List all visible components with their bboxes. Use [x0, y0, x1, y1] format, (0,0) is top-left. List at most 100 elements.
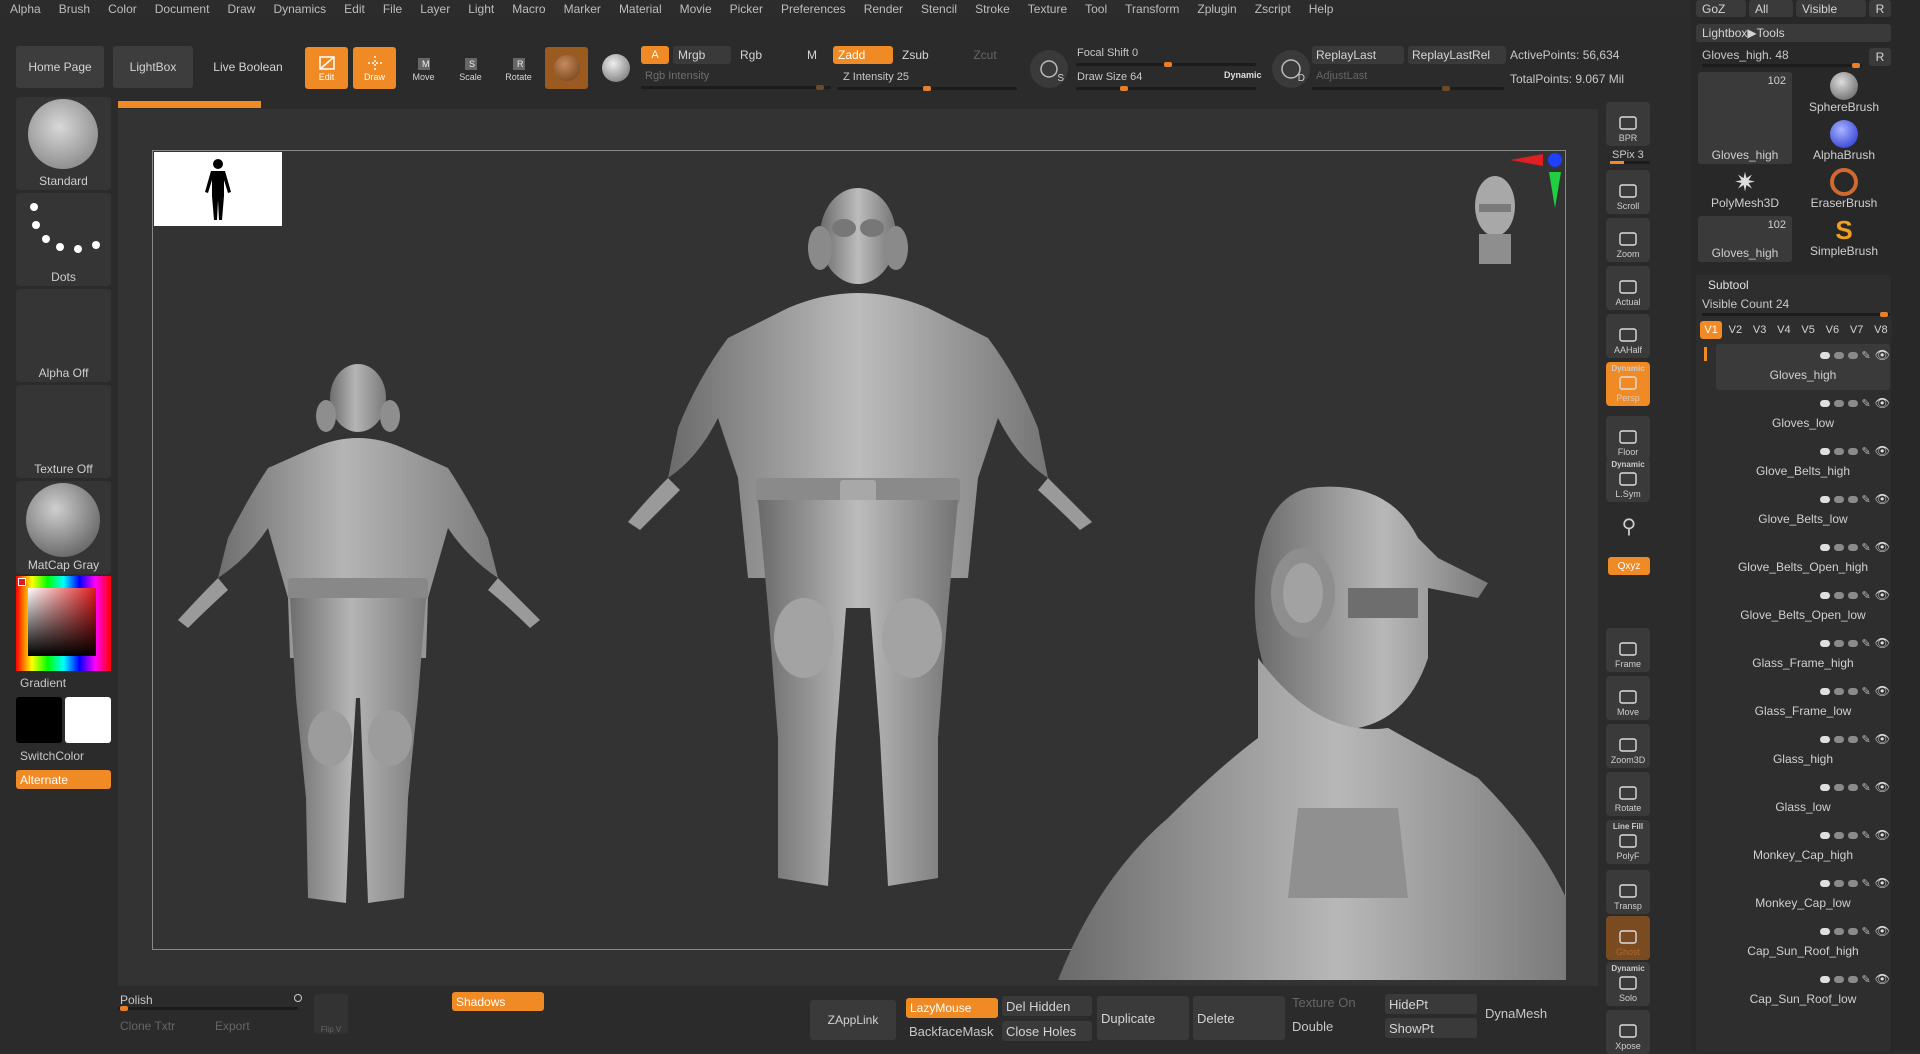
subtool-item[interactable]: ✎ 👁 Glove_Belts_low	[1716, 490, 1890, 538]
menu-item-alpha[interactable]: Alpha	[0, 2, 49, 16]
toggle-icon[interactable]	[1847, 927, 1858, 935]
toggle-icon[interactable]	[1819, 351, 1830, 359]
brush-icon[interactable]: ✎	[1862, 349, 1871, 362]
xyz-symmetry-button[interactable]: Qxyz	[1608, 557, 1650, 575]
lightbox-button[interactable]: LightBox	[113, 46, 193, 88]
brush-icon[interactable]: ✎	[1862, 781, 1871, 794]
menu-item-zscript[interactable]: Zscript	[1245, 2, 1299, 16]
goz-button[interactable]: GoZ	[1696, 0, 1746, 17]
menu-item-preferences[interactable]: Preferences	[771, 2, 854, 16]
menu-item-macro[interactable]: Macro	[502, 2, 553, 16]
r-button[interactable]: R	[1869, 0, 1891, 17]
toggle-icon[interactable]	[1819, 975, 1830, 983]
eye-icon[interactable]: 👁	[1875, 780, 1890, 794]
menu-item-draw[interactable]: Draw	[217, 2, 263, 16]
menu-item-zplugin[interactable]: Zplugin	[1187, 2, 1244, 16]
subtool-item[interactable]: ✎ 👁 Glove_Belts_high	[1716, 442, 1890, 490]
zsub-button[interactable]: Zsub	[897, 46, 955, 64]
zcut-button[interactable]: Zcut	[960, 46, 1010, 64]
adjust-last-slider[interactable]	[1312, 86, 1504, 91]
toggle-icon[interactable]	[1819, 927, 1830, 935]
toggle-icon[interactable]	[1833, 975, 1844, 983]
menu-item-edit[interactable]: Edit	[334, 2, 373, 16]
brush-icon[interactable]: ✎	[1862, 829, 1871, 842]
menu-item-marker[interactable]: Marker	[554, 2, 609, 16]
draw-size-slider[interactable]	[1076, 86, 1256, 91]
tool-thumb-gloves-high-2[interactable]: 102 Gloves_high	[1698, 216, 1792, 262]
floor-button[interactable]: Floor	[1606, 416, 1650, 460]
gradient-label[interactable]: Gradient	[20, 676, 66, 690]
brush-icon[interactable]: ✎	[1862, 733, 1871, 746]
secondary-color-swatch[interactable]	[65, 697, 111, 743]
subtool-item[interactable]: ✎ 👁 Monkey_Cap_low	[1716, 874, 1890, 922]
rgb-intensity-slider[interactable]	[641, 85, 831, 90]
primary-color-swatch[interactable]	[16, 697, 62, 743]
polish-label[interactable]: Polish	[120, 993, 153, 1007]
tool-thumb-polymesh3d[interactable]: ✷ PolyMesh3D	[1698, 168, 1792, 214]
toggle-icon[interactable]	[1819, 735, 1830, 743]
actual-button[interactable]: Actual	[1606, 266, 1650, 310]
z-intensity-slider[interactable]	[837, 86, 1017, 91]
menu-item-light[interactable]: Light	[458, 2, 502, 16]
lazymouse-button[interactable]: LazyMouse	[906, 998, 998, 1018]
scale-button[interactable]: S Scale	[449, 47, 492, 89]
menu-item-document[interactable]: Document	[145, 2, 218, 16]
toggle-icon[interactable]	[1819, 783, 1830, 791]
material-swatch-button[interactable]	[545, 47, 588, 89]
lock-icon[interactable]: ⚲	[1614, 514, 1644, 544]
replay-last-button[interactable]: ReplayLast	[1312, 46, 1404, 64]
all-button[interactable]: All	[1749, 0, 1793, 17]
ghost-button[interactable]: Ghost	[1606, 916, 1650, 960]
toggle-icon[interactable]	[1819, 831, 1830, 839]
dynamesh-button[interactable]: DynaMesh	[1485, 1006, 1547, 1021]
eye-icon[interactable]: 👁	[1875, 732, 1890, 746]
standard-brush-tile[interactable]: Standard	[16, 97, 111, 190]
brush-mode-button[interactable]	[594, 47, 637, 89]
persp-button[interactable]: Dynamic Persp	[1606, 362, 1650, 406]
subtool-item[interactable]: ✎ 👁 Gloves_low	[1716, 394, 1890, 442]
toggle-icon[interactable]	[1833, 639, 1844, 647]
navigation-thumbnail[interactable]	[154, 152, 282, 226]
rgb-button[interactable]: Rgb	[735, 46, 793, 64]
toggle-icon[interactable]	[1819, 687, 1830, 695]
toggle-icon[interactable]	[1833, 831, 1844, 839]
version-tab-v3[interactable]: V3	[1748, 321, 1771, 339]
xpose-button[interactable]: Xpose	[1606, 1010, 1650, 1054]
rotate-button[interactable]: R Rotate	[497, 47, 540, 89]
lightbox-tools-button[interactable]: Lightbox▶Tools	[1696, 24, 1891, 42]
toggle-icon[interactable]	[1847, 783, 1858, 791]
version-tab-v5[interactable]: V5	[1797, 321, 1820, 339]
subtool-item[interactable]: ✎ 👁 Gloves_high	[1716, 346, 1890, 394]
menu-item-material[interactable]: Material	[609, 2, 670, 16]
texture-on-button[interactable]: Texture On	[1292, 995, 1356, 1010]
spix-slider[interactable]	[1610, 161, 1650, 164]
rotate-view-button[interactable]: Rotate	[1606, 772, 1650, 816]
toggle-icon[interactable]	[1819, 591, 1830, 599]
version-tab-v4[interactable]: V4	[1772, 321, 1795, 339]
stroke-d-button[interactable]: D	[1272, 50, 1310, 88]
tool-thumb-alphabrush[interactable]: AlphaBrush	[1800, 120, 1888, 166]
menu-item-picker[interactable]: Picker	[720, 2, 771, 16]
polyf-button[interactable]: Line Fill PolyF	[1606, 820, 1650, 864]
spix-label[interactable]: SPix 3	[1612, 149, 1644, 161]
toggle-icon[interactable]	[1819, 879, 1830, 887]
brush-icon[interactable]: ✎	[1862, 397, 1871, 410]
zoom3d-button[interactable]: Zoom3D	[1606, 724, 1650, 768]
hidept-button[interactable]: HidePt	[1385, 994, 1477, 1014]
eye-icon[interactable]: 👁	[1875, 924, 1890, 938]
brush-icon[interactable]: ✎	[1862, 925, 1871, 938]
menu-item-file[interactable]: File	[373, 2, 410, 16]
brush-icon[interactable]: ✎	[1862, 445, 1871, 458]
brush-icon[interactable]: ✎	[1862, 973, 1871, 986]
brush-icon[interactable]: ✎	[1862, 877, 1871, 890]
menu-item-color[interactable]: Color	[98, 2, 145, 16]
toggle-icon[interactable]	[1833, 351, 1844, 359]
double-button[interactable]: Double	[1292, 1019, 1333, 1034]
visible-count-slider[interactable]	[1702, 312, 1890, 317]
tool-thumb-eraserbrush[interactable]: EraserBrush	[1800, 168, 1888, 214]
toggle-icon[interactable]	[1847, 735, 1858, 743]
tool-slider[interactable]	[1702, 63, 1862, 68]
draw-button[interactable]: Draw	[353, 47, 396, 89]
alpha-tile[interactable]: Alpha Off	[16, 289, 111, 382]
toggle-icon[interactable]	[1847, 495, 1858, 503]
